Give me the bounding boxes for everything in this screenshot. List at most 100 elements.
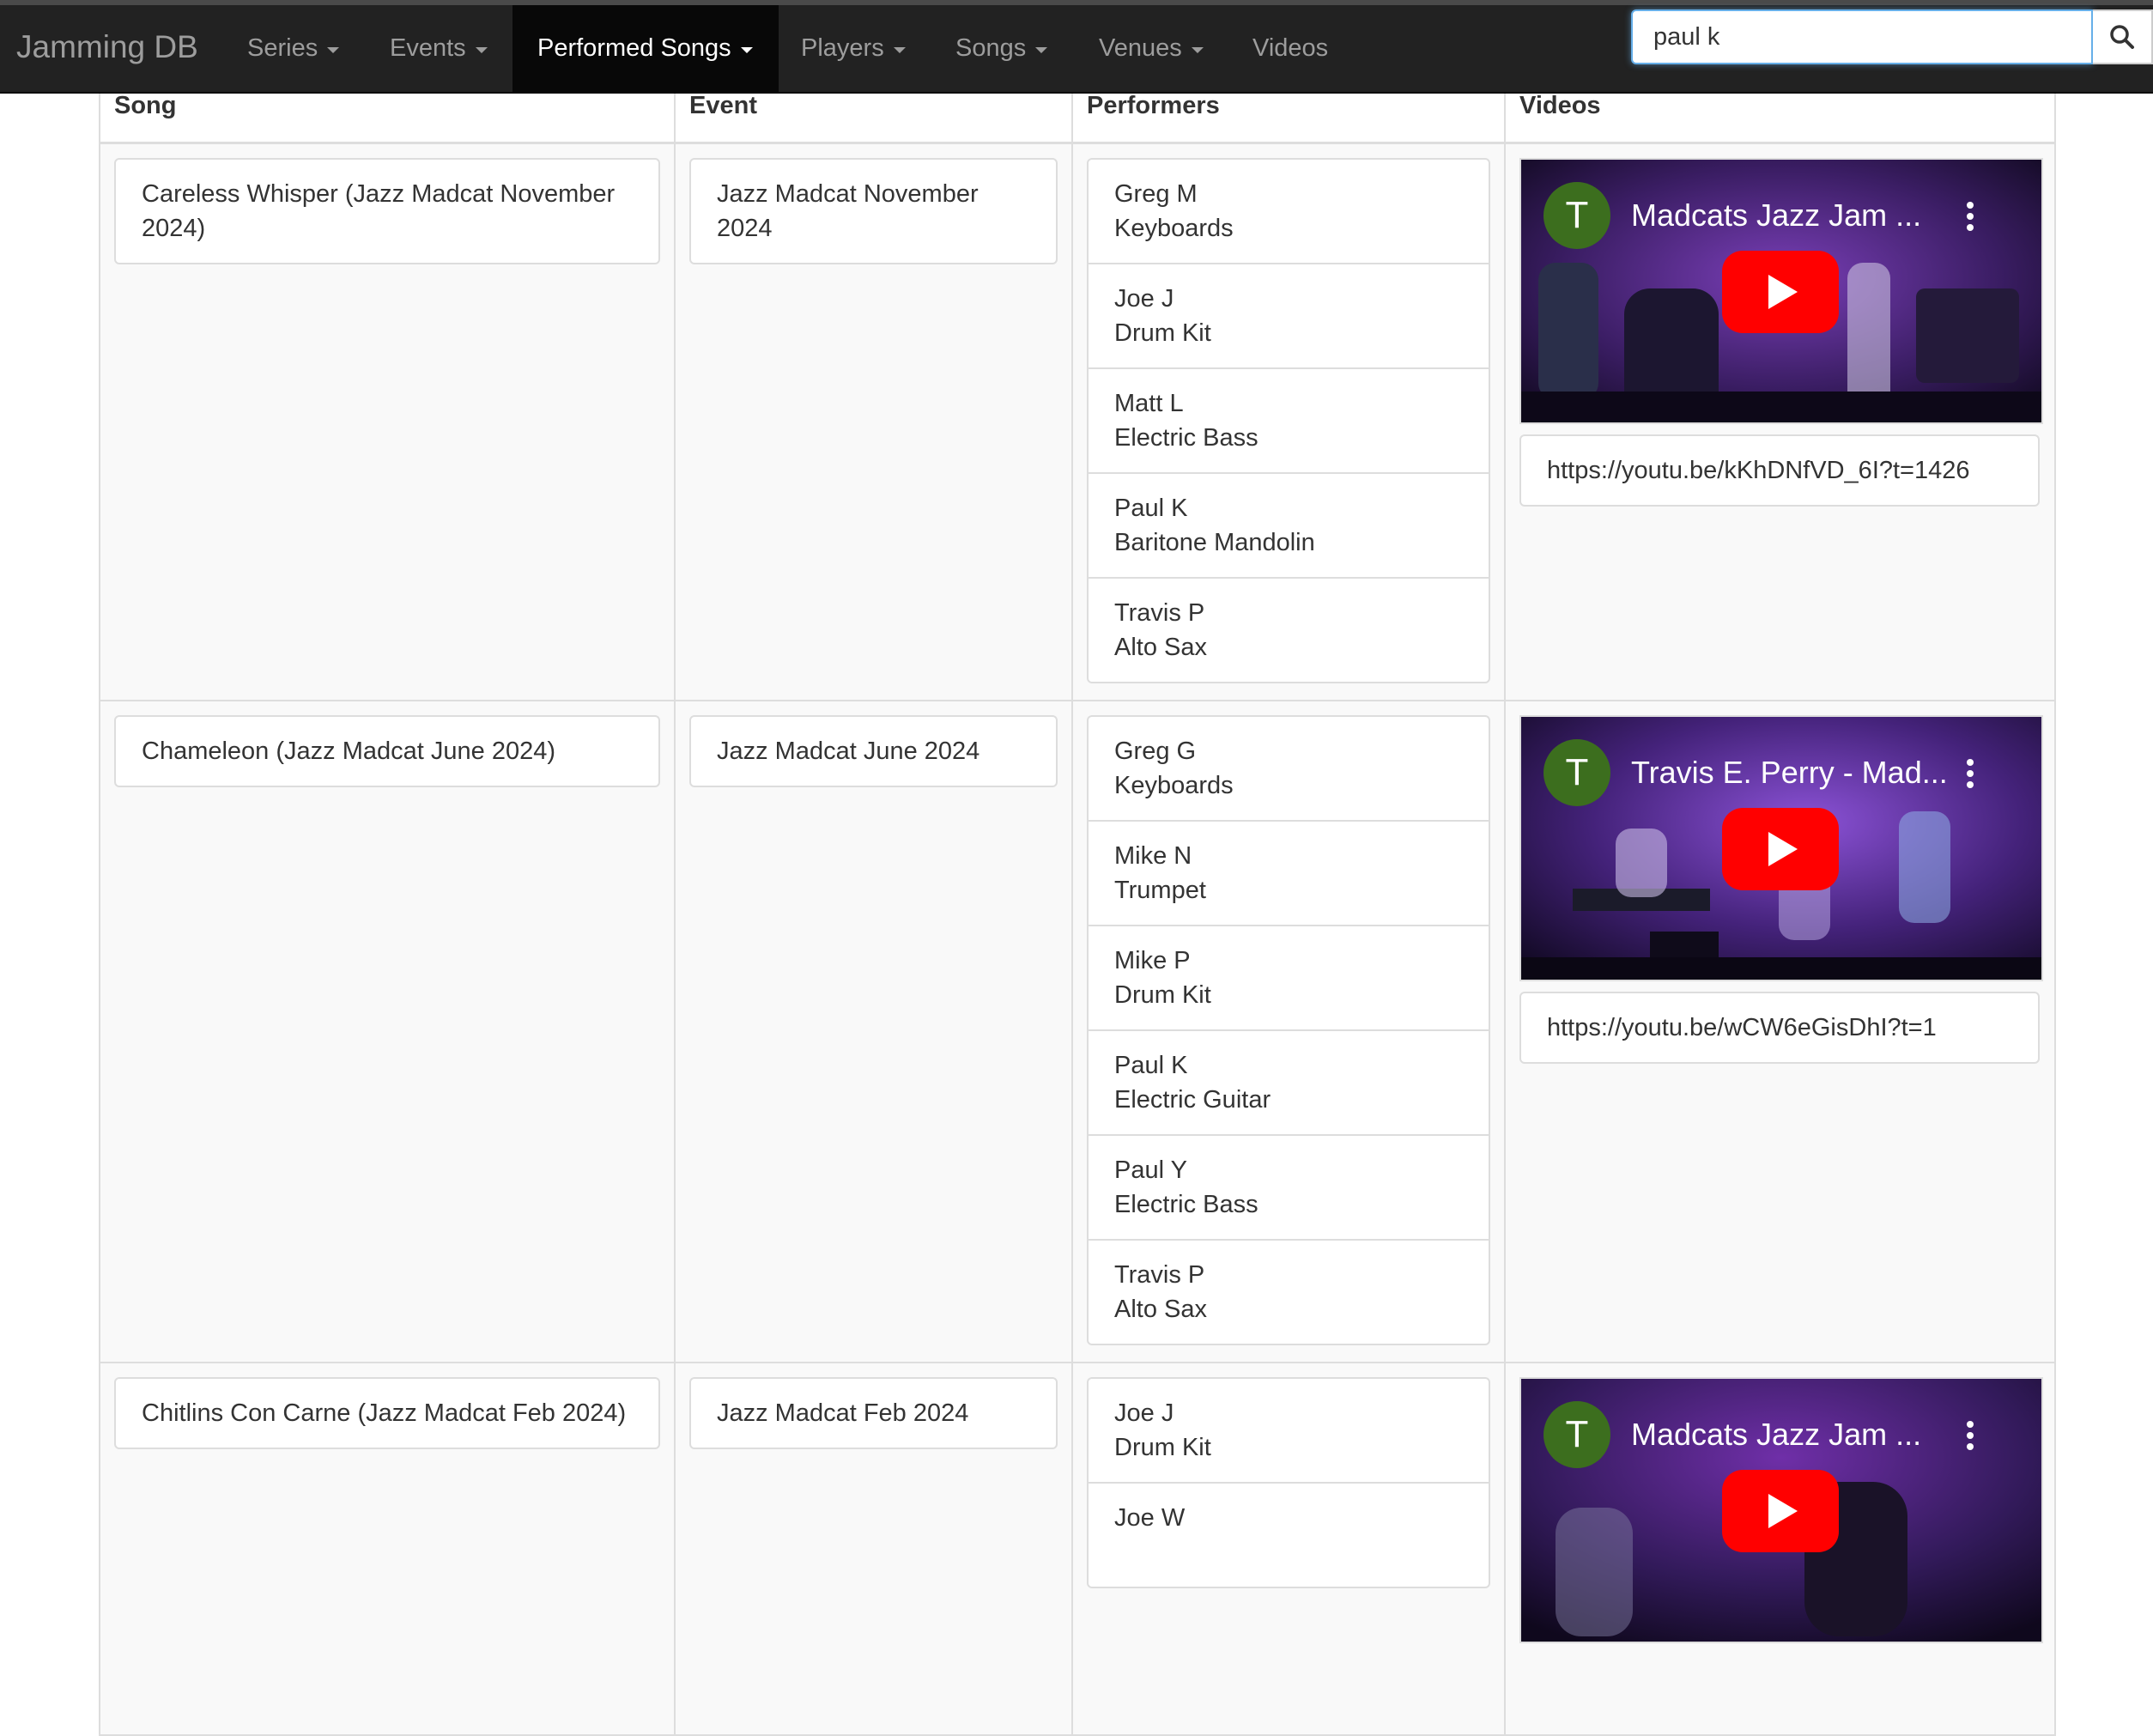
table-row: Careless Whisper (Jazz Madcat November 2… bbox=[99, 142, 2056, 701]
performer-item[interactable]: Greg G Keyboards bbox=[1089, 717, 1489, 820]
videos-cell: T Travis E. Perry - Mad... https://youtu… bbox=[1504, 700, 2056, 1363]
nav-songs-dropdown[interactable]: Songs bbox=[955, 5, 1048, 92]
column-header-videos[interactable]: Videos bbox=[1504, 94, 2056, 144]
search-icon bbox=[2110, 25, 2134, 49]
event-link[interactable]: Jazz Madcat Feb 2024 bbox=[689, 1377, 1058, 1449]
performer-instrument: Keyboards bbox=[1114, 772, 1234, 799]
column-header-song[interactable]: Song bbox=[99, 94, 676, 144]
performer-instrument: Baritone Mandolin bbox=[1114, 529, 1315, 556]
channel-avatar[interactable]: T bbox=[1543, 1401, 1610, 1468]
brand-link[interactable]: Jamming DB bbox=[16, 29, 198, 65]
performer-item[interactable]: Mike N Trumpet bbox=[1089, 820, 1489, 925]
performers-cell: Greg M Keyboards Joe J Drum Kit Matt L Elec… bbox=[1071, 142, 1506, 701]
performer-item[interactable]: Joe W bbox=[1089, 1482, 1489, 1587]
table-row: Chitlins Con Carne (Jazz Madcat Feb 2024… bbox=[99, 1362, 2056, 1736]
performer-item[interactable]: Greg M Keyboards bbox=[1089, 160, 1489, 263]
nav-series-dropdown[interactable]: Series bbox=[247, 5, 340, 92]
performer-name: Matt L bbox=[1114, 390, 1184, 417]
caret-down-icon bbox=[327, 46, 340, 53]
video-url-link[interactable]: https://youtu.be/wCW6eGisDhI?t=1 bbox=[1519, 992, 2040, 1064]
performer-instrument: Electric Bass bbox=[1114, 1191, 1258, 1218]
performer-item[interactable]: Mike P Drum Kit bbox=[1089, 925, 1489, 1029]
song-link[interactable]: Chameleon (Jazz Madcat June 2024) bbox=[114, 715, 660, 787]
column-header-event[interactable]: Event bbox=[674, 94, 1073, 144]
song-link[interactable]: Chitlins Con Carne (Jazz Madcat Feb 2024… bbox=[114, 1377, 660, 1449]
performer-name: Joe J bbox=[1114, 1399, 1174, 1427]
nav-venues-dropdown[interactable]: Venues bbox=[1099, 5, 1204, 92]
caret-down-icon bbox=[1035, 46, 1048, 53]
caret-down-icon bbox=[475, 46, 488, 53]
performer-instrument: Keyboards bbox=[1114, 215, 1234, 242]
performer-instrument: Trumpet bbox=[1114, 877, 1206, 904]
performers-cell: Joe J Drum Kit Joe W bbox=[1071, 1362, 1506, 1736]
channel-avatar[interactable]: T bbox=[1543, 182, 1610, 249]
search-input[interactable] bbox=[1631, 9, 2093, 64]
nav-performed-songs-label: Performed Songs bbox=[537, 34, 731, 62]
performer-item[interactable]: Travis P Alto Sax bbox=[1089, 1239, 1489, 1344]
performer-name: Travis P bbox=[1114, 1261, 1205, 1289]
performer-item[interactable]: Joe J Drum Kit bbox=[1089, 263, 1489, 367]
table-header-row: Song Event Performers Videos bbox=[99, 94, 2056, 144]
column-header-performers[interactable]: Performers bbox=[1071, 94, 1506, 144]
event-link[interactable]: Jazz Madcat November 2024 bbox=[689, 158, 1058, 264]
caret-down-icon bbox=[740, 46, 753, 53]
song-link[interactable]: Careless Whisper (Jazz Madcat November 2… bbox=[114, 158, 660, 264]
performer-name: Travis P bbox=[1114, 599, 1205, 627]
play-button-icon[interactable] bbox=[1722, 251, 1839, 333]
nav-videos-label: Videos bbox=[1252, 34, 1329, 62]
performer-instrument: Drum Kit bbox=[1114, 319, 1211, 347]
channel-avatar[interactable]: T bbox=[1543, 739, 1610, 806]
video-title[interactable]: Travis E. Perry - Mad... bbox=[1631, 755, 1948, 791]
nav-events-label: Events bbox=[390, 34, 466, 62]
more-options-icon[interactable] bbox=[1966, 201, 1974, 232]
more-options-icon[interactable] bbox=[1966, 1420, 1974, 1451]
performer-name: Greg M bbox=[1114, 180, 1198, 208]
performer-instrument: Drum Kit bbox=[1114, 1434, 1211, 1461]
event-cell: Jazz Madcat November 2024 bbox=[674, 142, 1073, 701]
performer-instrument: Electric Guitar bbox=[1114, 1086, 1271, 1114]
video-url-link[interactable]: https://youtu.be/kKhDNfVD_6I?t=1426 bbox=[1519, 434, 2040, 507]
video-title[interactable]: Madcats Jazz Jam ... bbox=[1631, 1417, 1921, 1453]
song-cell: Careless Whisper (Jazz Madcat November 2… bbox=[99, 142, 676, 701]
play-button-icon[interactable] bbox=[1722, 808, 1839, 890]
nav-players-label: Players bbox=[801, 34, 884, 62]
nav-videos-link[interactable]: Videos bbox=[1252, 5, 1328, 92]
event-cell: Jazz Madcat Feb 2024 bbox=[674, 1362, 1073, 1736]
performer-name: Paul Y bbox=[1114, 1156, 1187, 1184]
song-cell: Chameleon (Jazz Madcat June 2024) bbox=[99, 700, 676, 1363]
performer-item[interactable]: Matt L Electric Bass bbox=[1089, 367, 1489, 472]
video-embed[interactable]: T Madcats Jazz Jam ... bbox=[1519, 158, 2043, 424]
performer-instrument: Electric Bass bbox=[1114, 424, 1258, 452]
nav-songs-label: Songs bbox=[955, 34, 1027, 62]
performer-item[interactable]: Travis P Alto Sax bbox=[1089, 577, 1489, 682]
song-cell: Chitlins Con Carne (Jazz Madcat Feb 2024… bbox=[99, 1362, 676, 1736]
video-title[interactable]: Madcats Jazz Jam ... bbox=[1631, 197, 1921, 234]
nav-events-dropdown[interactable]: Events bbox=[390, 5, 488, 92]
performer-instrument: Alto Sax bbox=[1114, 1296, 1207, 1323]
videos-cell: T Madcats Jazz Jam ... https://youtu.be/… bbox=[1504, 142, 2056, 701]
performer-item[interactable]: Paul Y Electric Bass bbox=[1089, 1134, 1489, 1239]
performer-name: Mike P bbox=[1114, 947, 1191, 974]
performer-item[interactable]: Paul K Electric Guitar bbox=[1089, 1029, 1489, 1134]
play-button-icon[interactable] bbox=[1722, 1470, 1839, 1552]
performers-cell: Greg G Keyboards Mike N Trumpet Mike P Drum… bbox=[1071, 700, 1506, 1363]
event-link[interactable]: Jazz Madcat June 2024 bbox=[689, 715, 1058, 787]
performed-songs-table: Song Event Performers Videos Careless Wh… bbox=[99, 94, 2056, 1736]
performer-name: Paul K bbox=[1114, 495, 1188, 522]
performer-item[interactable]: Paul K Baritone Mandolin bbox=[1089, 472, 1489, 577]
performer-list: Greg M Keyboards Joe J Drum Kit Matt L Elec… bbox=[1087, 158, 1490, 683]
more-options-icon[interactable] bbox=[1966, 758, 1974, 789]
performer-name: Mike N bbox=[1114, 842, 1192, 870]
caret-down-icon bbox=[1191, 46, 1204, 53]
performer-item[interactable]: Joe J Drum Kit bbox=[1089, 1379, 1489, 1482]
performer-name: Joe W bbox=[1114, 1504, 1186, 1532]
nav-players-dropdown[interactable]: Players bbox=[801, 5, 906, 92]
search-button[interactable] bbox=[2093, 9, 2153, 64]
nav-venues-label: Venues bbox=[1099, 34, 1182, 62]
video-embed[interactable]: T Travis E. Perry - Mad... bbox=[1519, 715, 2043, 981]
performer-list: Joe J Drum Kit Joe W bbox=[1087, 1377, 1490, 1588]
performer-name: Joe J bbox=[1114, 285, 1174, 313]
nav-performed-songs-dropdown[interactable]: Performed Songs bbox=[512, 5, 779, 92]
video-embed[interactable]: T Madcats Jazz Jam ... bbox=[1519, 1377, 2043, 1643]
performed-songs-table-wrapper: Song Event Performers Videos Careless Wh… bbox=[99, 94, 2056, 1736]
